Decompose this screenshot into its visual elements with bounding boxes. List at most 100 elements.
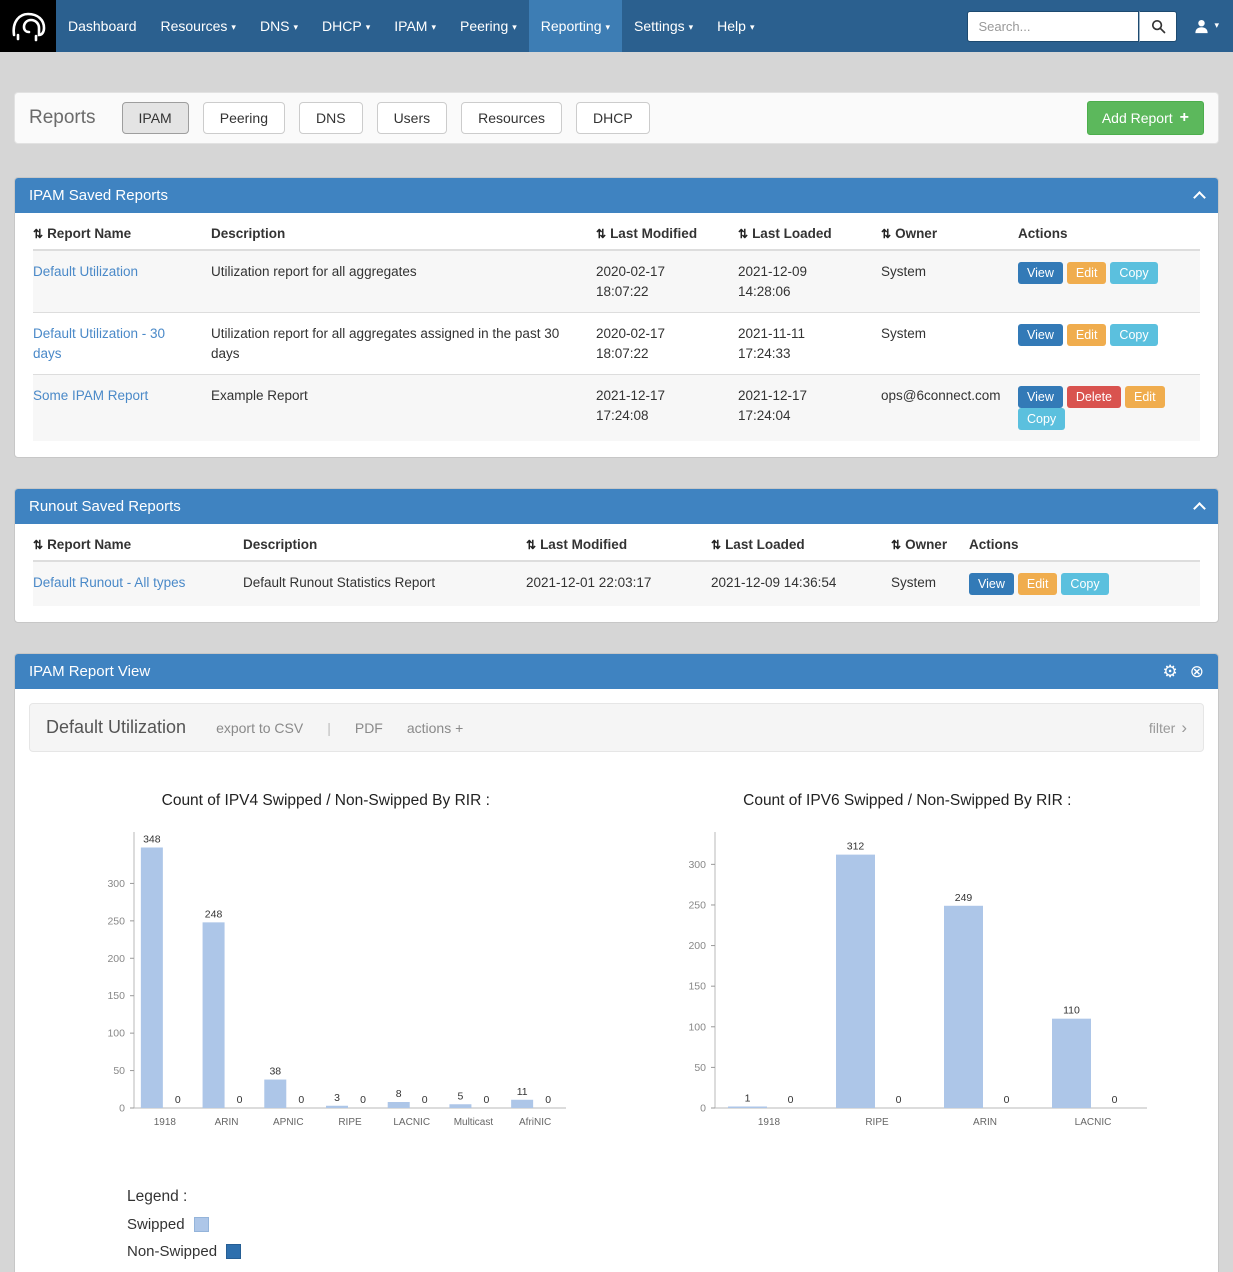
report-name-link[interactable]: Some IPAM Report (33, 388, 148, 403)
column-header-last-loaded[interactable]: ⇅Last Loaded (711, 528, 891, 561)
filter-toggle[interactable]: filter › (1149, 719, 1187, 736)
nav-item-help[interactable]: Help▾ (705, 0, 766, 52)
tab-ipam[interactable]: IPAM (122, 102, 189, 134)
column-header-owner[interactable]: ⇅Owner (891, 528, 969, 561)
view-button[interactable]: View (1018, 386, 1063, 408)
panel-title: IPAM Report View (29, 663, 150, 680)
sort-icon: ⇅ (738, 227, 748, 241)
nav-item-dns[interactable]: DNS▾ (248, 0, 310, 52)
add-report-button[interactable]: Add Report + (1087, 101, 1204, 135)
svg-text:0: 0 (175, 1094, 181, 1106)
toolbar-link-export-to-csv[interactable]: export to CSV (216, 720, 303, 736)
column-label: Owner (895, 226, 937, 241)
nav-item-settings[interactable]: Settings▾ (622, 0, 705, 52)
edit-button[interactable]: Edit (1067, 324, 1107, 346)
description-cell: Utilization report for all aggregates (211, 250, 596, 313)
tab-peering[interactable]: Peering (203, 102, 285, 134)
table-header-row: ⇅Report NameDescription⇅Last Modified⇅La… (33, 217, 1200, 250)
collapse-chevron-up-icon[interactable] (1193, 191, 1206, 204)
delete-button[interactable]: Delete (1067, 386, 1121, 408)
svg-text:300: 300 (689, 859, 707, 871)
toolbar-links: export to CSV|PDFactions + (216, 720, 463, 736)
user-menu[interactable]: ▾ (1193, 18, 1219, 35)
nav-item-resources[interactable]: Resources▾ (149, 0, 248, 52)
last-loaded-cell: 2021-11-11 17:24:33 (738, 313, 881, 375)
edit-button[interactable]: Edit (1125, 386, 1165, 408)
edit-button[interactable]: Edit (1018, 573, 1058, 595)
tab-resources[interactable]: Resources (461, 102, 562, 134)
actions-cell: ViewEditCopy (1018, 250, 1200, 313)
svg-text:100: 100 (689, 1022, 707, 1034)
toolbar-link-pdf[interactable]: PDF (355, 720, 383, 736)
svg-text:5: 5 (457, 1091, 463, 1103)
report-name-link[interactable]: Default Runout - All types (33, 575, 185, 590)
nav-item-dhcp[interactable]: DHCP▾ (310, 0, 382, 52)
column-header-report-name[interactable]: ⇅Report Name (33, 528, 243, 561)
panel-title: Runout Saved Reports (29, 498, 181, 515)
chevron-down-icon: ▾ (605, 22, 610, 32)
legend-swatch (226, 1244, 241, 1259)
svg-text:100: 100 (107, 1028, 125, 1040)
close-icon[interactable]: ⊗ (1190, 663, 1204, 680)
svg-text:0: 0 (788, 1094, 794, 1106)
copy-button[interactable]: Copy (1018, 408, 1065, 430)
svg-text:ARIN: ARIN (214, 1117, 238, 1128)
chevron-down-icon: ▾ (366, 22, 371, 32)
column-label: Report Name (47, 537, 131, 552)
copy-button[interactable]: Copy (1110, 324, 1157, 346)
copy-button[interactable]: Copy (1110, 262, 1157, 284)
view-button[interactable]: View (1018, 324, 1063, 346)
svg-text:0: 0 (360, 1094, 366, 1106)
owner-cell: ops@6connect.com (881, 375, 1018, 442)
column-header-actions: Actions (969, 528, 1200, 561)
column-header-description: Description (211, 217, 596, 250)
svg-text:11: 11 (516, 1086, 527, 1098)
view-button[interactable]: View (1018, 262, 1063, 284)
tab-users[interactable]: Users (377, 102, 448, 134)
sort-icon: ⇅ (33, 227, 43, 241)
search-input[interactable] (967, 11, 1139, 42)
report-name-link[interactable]: Default Utilization (33, 264, 138, 279)
last-modified-cell: 2021-12-17 17:24:08 (596, 375, 738, 442)
column-header-last-modified[interactable]: ⇅Last Modified (596, 217, 738, 250)
view-button[interactable]: View (969, 573, 1014, 595)
nav-item-label: Peering (460, 18, 508, 34)
gear-icon[interactable]: ⚙ (1163, 663, 1178, 680)
owner-cell: System (891, 561, 969, 606)
svg-text:200: 200 (689, 940, 707, 952)
collapse-chevron-up-icon[interactable] (1193, 502, 1206, 515)
nav-item-ipam[interactable]: IPAM▾ (382, 0, 448, 52)
sort-icon: ⇅ (881, 227, 891, 241)
column-header-last-loaded[interactable]: ⇅Last Loaded (738, 217, 881, 250)
toolbar-link-actions[interactable]: actions + (407, 720, 463, 736)
search-button[interactable] (1139, 11, 1177, 42)
report-tabs: IPAM Peering DNS Users Resources DHCP (122, 102, 650, 134)
svg-text:RIPE: RIPE (338, 1117, 362, 1128)
tab-dns[interactable]: DNS (299, 102, 363, 134)
svg-text:312: 312 (847, 841, 865, 853)
mammoth-icon (8, 8, 48, 44)
description-cell: Utilization report for all aggregates as… (211, 313, 596, 375)
svg-text:RIPE: RIPE (866, 1117, 890, 1128)
legend-label: Non-Swipped (127, 1243, 217, 1260)
report-name-cell: Default Utilization - 30 days (33, 313, 211, 375)
column-label: Last Modified (540, 537, 627, 552)
column-header-owner[interactable]: ⇅ Owner (881, 217, 1018, 250)
nav-items: DashboardResources▾DNS▾DHCP▾IPAM▾Peering… (56, 0, 766, 52)
column-header-last-modified[interactable]: ⇅ Last Modified (526, 528, 711, 561)
column-header-report-name[interactable]: ⇅Report Name (33, 217, 211, 250)
nav-item-reporting[interactable]: Reporting▾ (529, 0, 622, 52)
report-name-link[interactable]: Default Utilization - 30 days (33, 326, 165, 361)
column-label: Actions (1018, 226, 1068, 241)
app-logo[interactable] (0, 0, 56, 52)
sort-icon: ⇅ (526, 538, 536, 552)
last-loaded-cell: 2021-12-09 14:28:06 (738, 250, 881, 313)
edit-button[interactable]: Edit (1067, 262, 1107, 284)
chevron-down-icon: ▾ (750, 22, 755, 32)
tab-dhcp[interactable]: DHCP (576, 102, 650, 134)
nav-item-peering[interactable]: Peering▾ (448, 0, 529, 52)
column-header-description: Description (243, 528, 526, 561)
sort-icon: ⇅ (891, 538, 901, 552)
copy-button[interactable]: Copy (1061, 573, 1108, 595)
nav-item-dashboard[interactable]: Dashboard (56, 0, 149, 52)
